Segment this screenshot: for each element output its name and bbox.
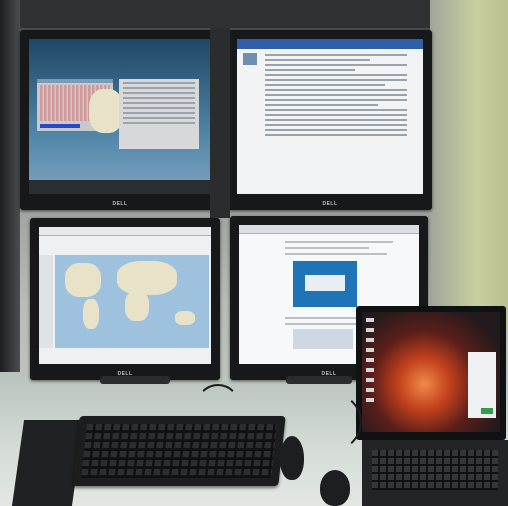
map-land-south-america [83,299,99,329]
monitor-bottom-left: DELL [30,218,220,380]
mouse-cable [288,390,362,454]
monitor-brand: DELL [322,201,338,207]
document-toolbar [239,225,419,234]
map-landmass [89,89,123,133]
map-land-americas [65,263,101,297]
embedded-screenshot-small [293,329,353,349]
monitor-top-right: DELL [228,30,432,210]
mouse-second [320,470,350,506]
document-text [279,237,399,259]
embedded-screenshot [293,261,357,307]
keyboard [72,416,286,486]
map-land-africa [125,291,149,321]
keyboard-cable [196,384,240,428]
monitor-top-right-screen [237,39,423,194]
log-window [119,79,199,149]
desktop-icons [366,318,374,408]
taskbar [29,180,211,194]
browser-tabs [39,227,211,236]
desk-mat [11,420,85,506]
form-rows [261,51,411,139]
laptop-keys [372,450,498,490]
monitor-stand-foot-left [100,376,170,384]
laptop-screen [356,306,506,440]
monitor-top-left-screen [29,39,211,194]
map-toolbar [39,255,53,348]
monitor-bottom-left-screen [39,227,211,364]
laptop-keyboard-base [362,440,508,506]
monitor-stand-column [210,28,230,218]
map-land-australia [175,311,195,325]
map-land-eurasia [117,261,177,295]
notification-panel [468,352,496,418]
panel-button[interactable] [481,408,493,414]
workstation-photo: DELL DELL DELL DELL [0,0,508,506]
laptop-wallpaper [362,312,500,432]
keyboard-keys [81,424,277,478]
app-header-bar [237,39,423,49]
monitor-stand-foot-right [286,376,352,384]
monitor-brand: DELL [112,201,128,207]
world-map [55,255,209,348]
wall [430,0,508,330]
thumbnail [243,53,257,65]
monitor-top-left: DELL [20,30,220,210]
